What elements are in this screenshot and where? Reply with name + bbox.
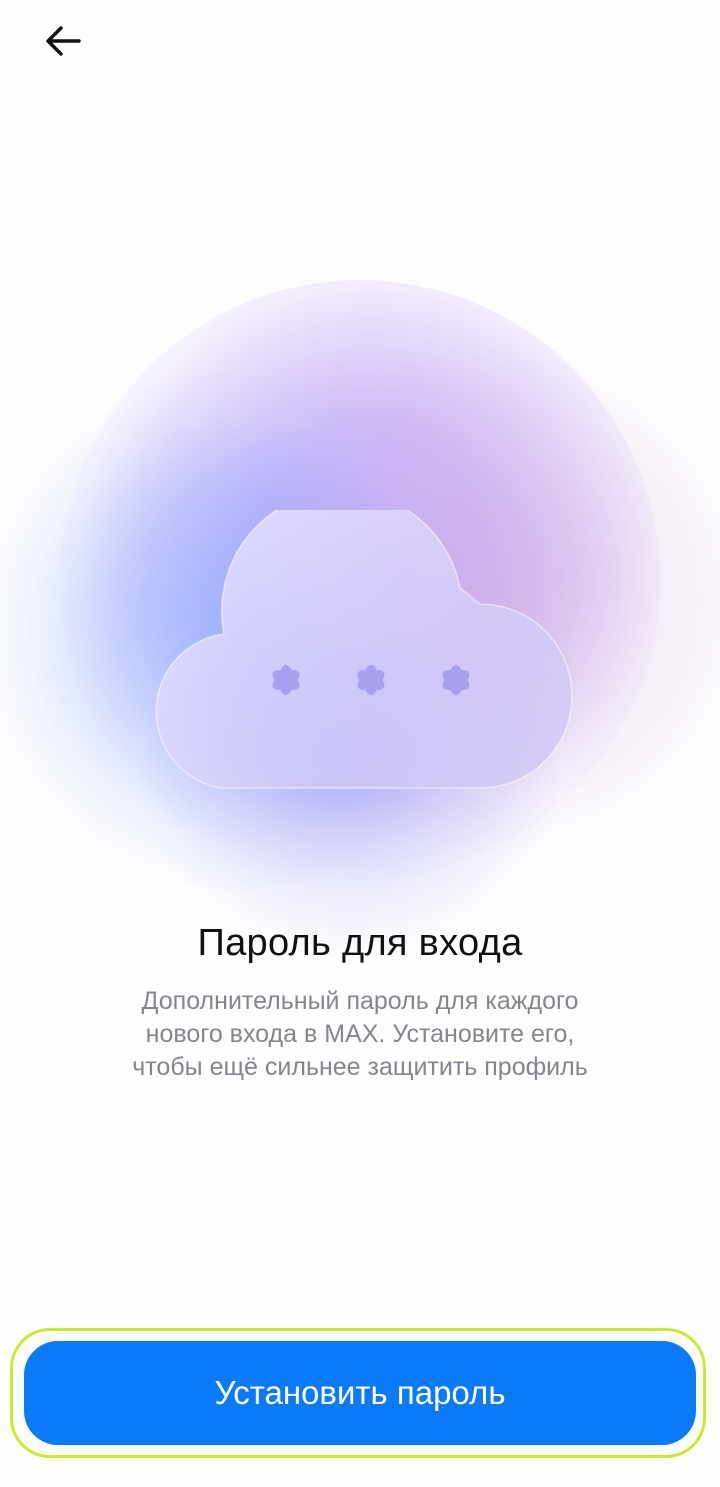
arrow-left-icon: [46, 26, 81, 56]
description-line: чтобы ещё сильнее защитить профиль: [132, 1053, 588, 1081]
cloud-password-icon: [140, 510, 580, 800]
description-line: Дополнительный пароль для каждого: [141, 987, 579, 1015]
set-password-button[interactable]: Установить пароль: [24, 1341, 696, 1445]
password-setup-screen: Пароль для входа Дополнительный пароль д…: [0, 0, 720, 1487]
description-line: нового входа в MAX. Установите его,: [145, 1020, 575, 1048]
back-button[interactable]: [30, 12, 96, 70]
page-title: Пароль для входа: [197, 922, 523, 964]
description: Дополнительный пароль для каждого нового…: [100, 985, 620, 1084]
